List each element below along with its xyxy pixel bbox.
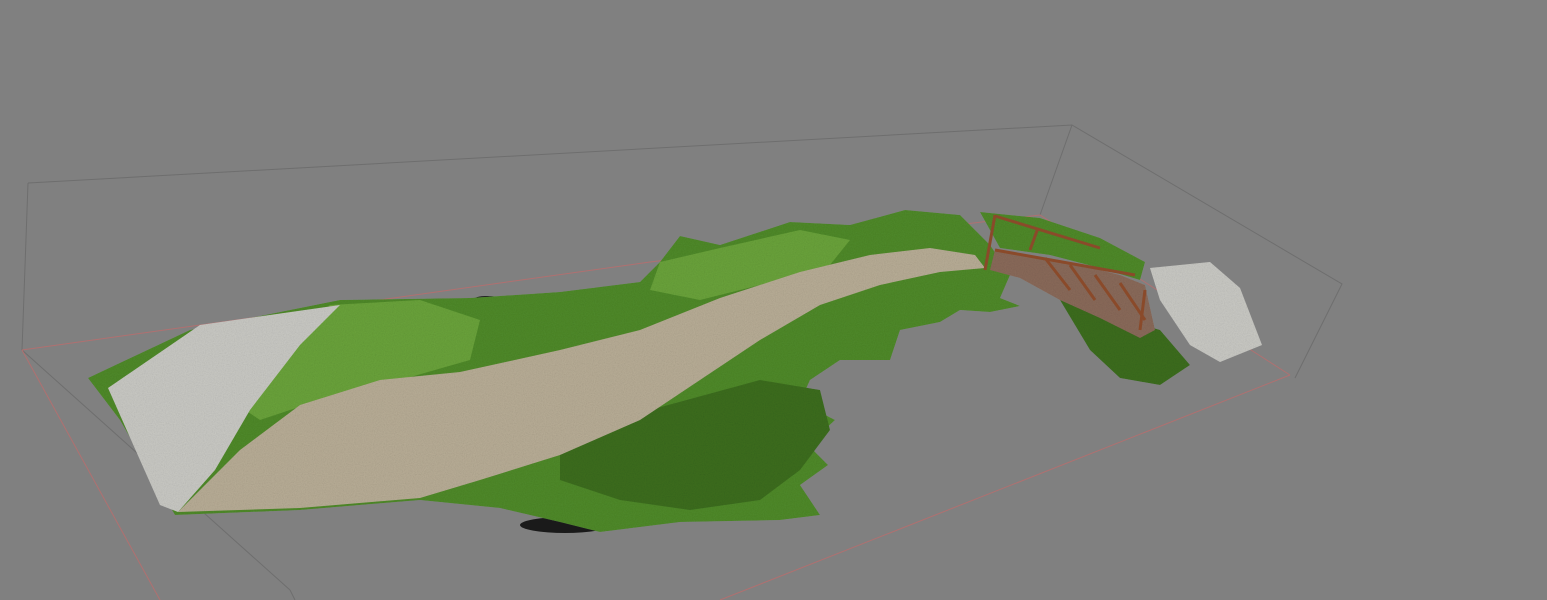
bbox-back-vertical	[1039, 124, 1073, 216]
3d-viewport[interactable]	[0, 0, 1547, 600]
terrain-mesh[interactable]	[88, 210, 1262, 532]
viewport-canvas[interactable]	[0, 0, 1547, 600]
bbox-front-vertical	[289, 589, 296, 600]
